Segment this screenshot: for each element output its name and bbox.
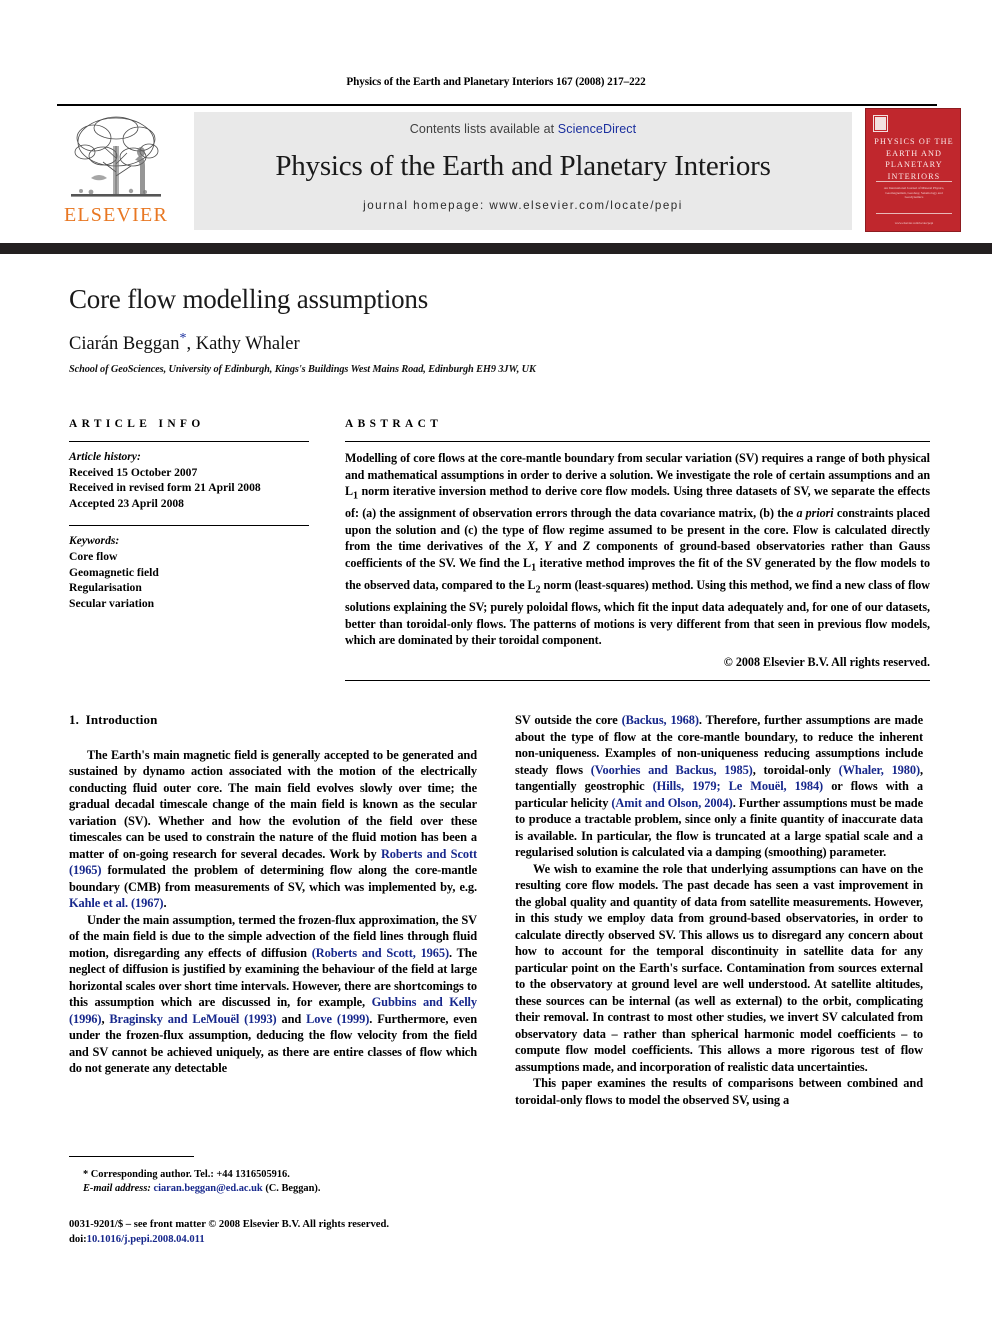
email-link[interactable]: ciaran.beggan@ed.ac.uk [153, 1183, 262, 1194]
keyword-1: Geomagnetic field [69, 565, 159, 579]
article-title-block: Core flow modelling assumptions Ciarán B… [69, 284, 929, 375]
body-column-right: SV outside the core (Backus, 1968). Ther… [515, 712, 923, 1108]
journal-cover-thumbnail: PHYSICS OF THE EARTH AND PLANETARY INTER… [865, 108, 961, 232]
journal-masthead: ELSEVIER Contents lists available at Sci… [57, 104, 961, 234]
abstract-end-rule [345, 679, 930, 681]
contents-available-line: Contents lists available at ScienceDirec… [194, 122, 852, 136]
author-primary: Ciarán Beggan [69, 334, 180, 355]
doi-label: doi: [69, 1233, 87, 1245]
paragraph: The Earth's main magnetic field is gener… [69, 747, 478, 911]
paragraph: We wish to examine the role that underly… [515, 861, 923, 1074]
abstract-copyright: © 2008 Elsevier B.V. All rights reserved… [723, 654, 930, 669]
article-info-spacer [69, 511, 309, 525]
issn-copyright-line: 0031-9201/$ – see front matter © 2008 El… [69, 1219, 389, 1230]
article-info-panel: ARTICLE INFO Article history: Received 1… [69, 418, 309, 611]
journal-title: Physics of the Earth and Planetary Inter… [275, 150, 771, 182]
keyword-0: Core flow [69, 549, 118, 563]
history-item-2: Accepted 23 April 2008 [69, 496, 184, 510]
elsevier-tree-icon [71, 116, 161, 197]
citation-link[interactable]: (Whaler, 1980) [839, 763, 921, 777]
article-history-label: Article history: [69, 450, 141, 463]
body-column-left: 1. Introduction The Earth's main magneti… [69, 712, 477, 1077]
article-info-heading: ARTICLE INFO [69, 418, 205, 430]
abstract-text: Modelling of core flows at the core-mant… [345, 451, 931, 648]
keywords-label: Keywords: [69, 534, 120, 548]
citation-link[interactable]: (Hills, 1979; Le Mouël, 1984) [653, 779, 824, 793]
masthead-dark-bar [0, 243, 992, 254]
keyword-2: Regularisation [69, 581, 142, 595]
citation-link[interactable]: (Roberts and Scott, 1965) [312, 946, 449, 960]
citation-link[interactable]: Braginsky and LeMouël (1993) [109, 1012, 276, 1026]
footnote-rule [69, 1156, 194, 1157]
article-history-block: Article history: Received 15 October 200… [69, 442, 309, 511]
running-head: Physics of the Earth and Planetary Inter… [346, 76, 646, 88]
journal-band: Contents lists available at ScienceDirec… [194, 112, 852, 230]
author-list: Ciarán Beggan*, Kathy Whaler [69, 331, 929, 355]
citation-link[interactable]: Kahle et al. (1967) [69, 896, 164, 910]
author-secondary: , Kathy Whaler [186, 334, 300, 355]
elsevier-wordmark: ELSEVIER [63, 204, 169, 226]
cover-footer-url: www.elsevier.com/locate/pepi [894, 221, 934, 225]
cover-subtitle: An International Journal of Mineral Phys… [883, 186, 945, 200]
affiliation: School of GeoSciences, University of Edi… [69, 364, 536, 376]
page-footer: 0031-9201/$ – see front matter © 2008 El… [69, 1218, 549, 1247]
journal-article-page: Physics of the Earth and Planetary Inter… [0, 0, 992, 1323]
elsevier-badge-icon [873, 115, 888, 132]
section-heading-introduction: 1. Introduction [69, 712, 477, 729]
paragraph: This paper examines the results of compa… [515, 1076, 923, 1107]
citation-link[interactable]: (Backus, 1968) [622, 713, 699, 727]
abstract-heading: ABSTRACT [345, 418, 443, 430]
citation-link[interactable]: (Amit and Olson, 2004) [611, 796, 732, 810]
elsevier-logo: ELSEVIER [57, 112, 175, 230]
abstract-panel: ABSTRACT Modelling of core flows at the … [345, 418, 930, 681]
citation-link[interactable]: Love (1999) [306, 1012, 369, 1026]
doi-line: doi:10.1016/j.pepi.2008.04.011 [69, 1233, 549, 1248]
citation-link[interactable]: Roberts and Scott (1965) [69, 847, 477, 878]
journal-homepage-link[interactable]: journal homepage: www.elsevier.com/locat… [194, 199, 852, 212]
footnote-email-line: E-mail address: ciaran.beggan@ed.ac.uk (… [69, 1182, 477, 1196]
section-number: 1. [69, 712, 79, 727]
history-item-0: Received 15 October 2007 [69, 465, 198, 479]
doi-link[interactable]: 10.1016/j.pepi.2008.04.011 [87, 1234, 205, 1245]
sciencedirect-link[interactable]: ScienceDirect [558, 122, 636, 136]
paragraph: SV outside the core (Backus, 1968). Ther… [515, 713, 924, 859]
email-suffix: (C. Beggan). [265, 1183, 321, 1194]
cover-rule-top [876, 181, 952, 182]
cover-rule-bottom [876, 213, 952, 214]
email-label: E-mail address: [83, 1183, 151, 1194]
paragraph: Under the main assumption, termed the fr… [69, 912, 477, 1076]
corresponding-author-footnote: * Corresponding author. Tel.: +44 131650… [69, 1156, 477, 1196]
page-title: Core flow modelling assumptions [69, 284, 429, 314]
footnote-corresponding: * Corresponding author. Tel.: +44 131650… [83, 1169, 290, 1180]
cover-title: PHYSICS OF THE EARTH AND PLANETARY INTER… [874, 137, 954, 181]
citation-link[interactable]: (Voorhies and Backus, 1985) [591, 763, 753, 777]
history-item-1: Received in revised form 21 April 2008 [69, 481, 261, 495]
keywords-block: Keywords: Core flow Geomagnetic field Re… [69, 526, 309, 611]
keyword-3: Secular variation [69, 596, 155, 610]
section-title: Introduction [85, 712, 158, 727]
contents-prefix: Contents lists available at [409, 122, 558, 136]
